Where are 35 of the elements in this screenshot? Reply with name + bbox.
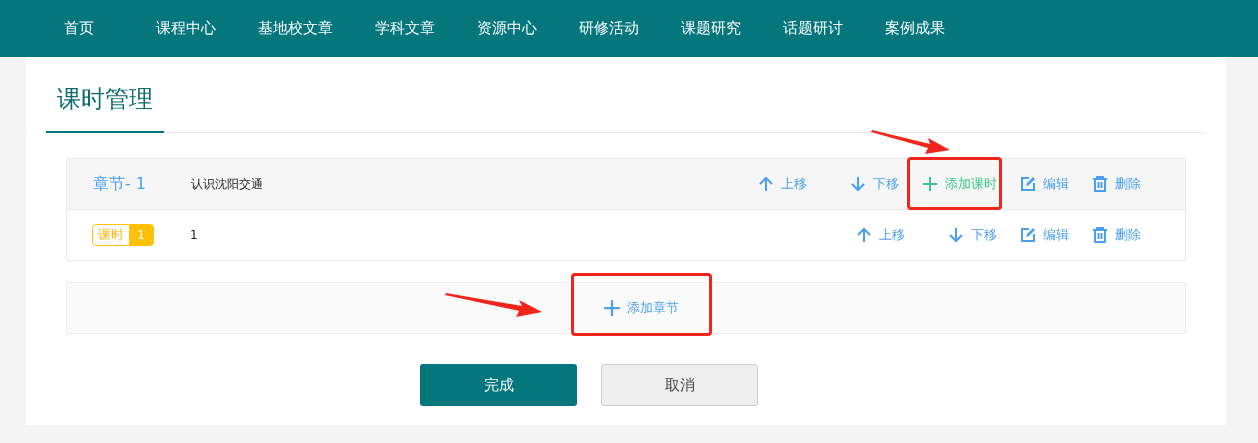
trash-icon [1092,227,1108,243]
nav-item[interactable]: 研修活动 [579,19,639,38]
move-down-link[interactable]: 下移 [948,226,997,244]
done-button[interactable]: 完成 [420,364,577,406]
nav-item[interactable]: 首页 [64,19,94,38]
cancel-button[interactable]: 取消 [601,364,758,406]
arrow-down-icon [850,176,866,192]
nav-item[interactable]: 基地校文章 [258,19,333,38]
plus-icon [922,176,938,192]
nav-item[interactable]: 案例成果 [885,19,945,38]
move-down-link[interactable]: 下移 [850,175,899,193]
lesson-badge: 课时 1 [92,224,155,246]
lesson-title: 1 [190,228,199,242]
page-title: 课时管理 [46,83,164,133]
nav-item[interactable]: 话题研讨 [783,19,843,38]
chapter-label: 章节- 1 [92,173,148,195]
trash-icon [1092,176,1108,192]
move-up-link[interactable]: 上移 [856,226,905,244]
edit-link[interactable]: 编辑 [1020,175,1069,193]
delete-link[interactable]: 删除 [1092,175,1141,193]
edit-icon [1020,176,1036,192]
arrow-down-icon [948,227,964,243]
arrow-up-icon [856,227,872,243]
arrow-up-icon [758,176,774,192]
move-up-link[interactable]: 上移 [758,175,807,193]
edit-icon [1020,227,1036,243]
nav-item[interactable]: 资源中心 [477,19,537,38]
plus-icon [603,299,621,317]
add-chapter-link[interactable]: 添加章节 [603,299,679,317]
nav-item[interactable]: 课题研究 [681,19,741,38]
chapter-title: 认识沈阳交通 [191,175,264,193]
delete-link[interactable]: 删除 [1092,226,1141,244]
nav-item[interactable]: 课程中心 [156,19,216,38]
edit-link[interactable]: 编辑 [1020,226,1069,244]
nav-item[interactable]: 学科文章 [375,19,435,38]
